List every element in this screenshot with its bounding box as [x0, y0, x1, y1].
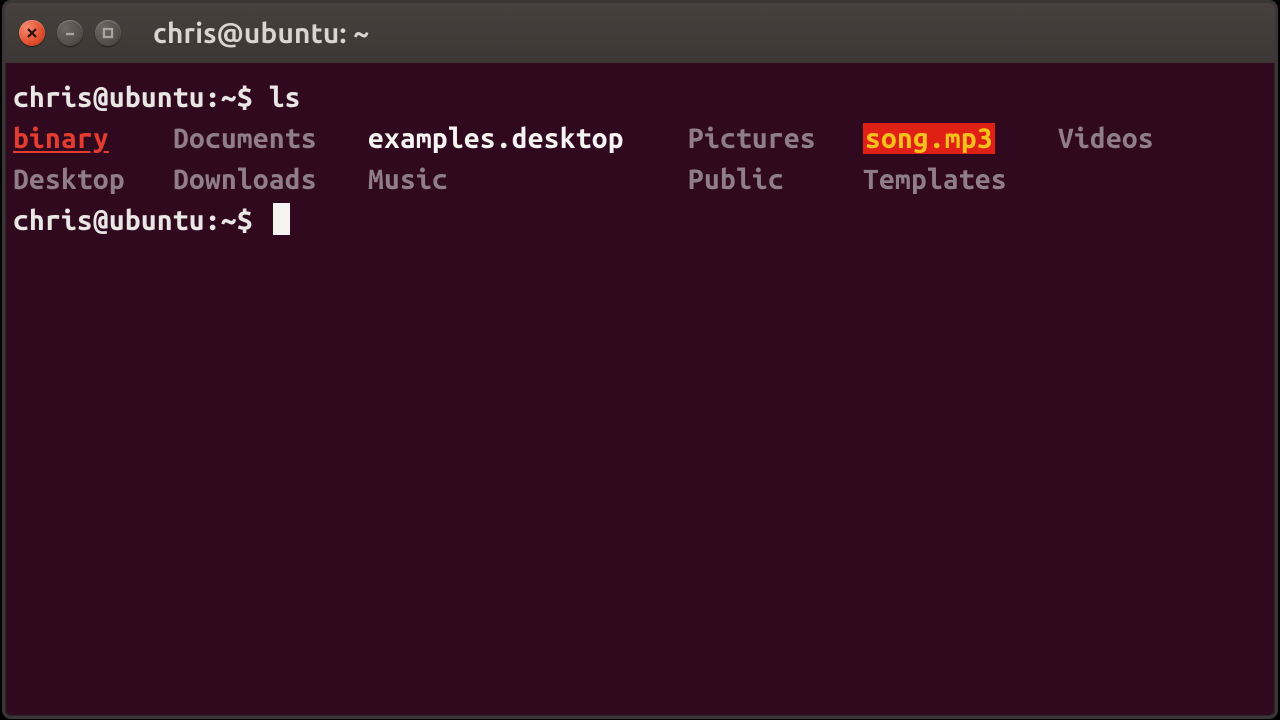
file-binary: binary	[13, 118, 173, 159]
maximize-icon[interactable]	[95, 20, 121, 46]
prompt-line-2: chris@ubuntu:~$	[13, 200, 1267, 241]
cursor	[273, 203, 290, 235]
ls-output: binary Documents examples.desktop Pictur…	[13, 118, 1267, 200]
prompt-colon: :	[205, 82, 221, 113]
dir-documents: Documents	[173, 118, 368, 159]
dir-public: Public	[688, 159, 863, 200]
prompt-path: ~	[221, 205, 237, 236]
file-song-mp3: song.mp3	[863, 123, 995, 154]
dir-videos: Videos	[1058, 118, 1267, 159]
close-icon[interactable]	[19, 20, 45, 46]
prompt-user-host: chris@ubuntu	[13, 205, 205, 236]
minimize-icon[interactable]	[57, 20, 83, 46]
prompt-dollar: $	[237, 82, 253, 113]
file-examples-desktop: examples.desktop	[368, 118, 688, 159]
dir-templates: Templates	[863, 159, 1058, 200]
prompt-line-1: chris@ubuntu:~$ ls	[13, 77, 1267, 118]
dir-downloads: Downloads	[173, 159, 368, 200]
terminal-body[interactable]: chris@ubuntu:~$ ls binary Documents exam…	[5, 63, 1275, 241]
titlebar[interactable]: chris@ubuntu: ~	[5, 3, 1275, 63]
prompt-colon: :	[205, 205, 221, 236]
command-ls: ls	[269, 82, 301, 113]
prompt-user-host: chris@ubuntu	[13, 82, 205, 113]
window-title: chris@ubuntu: ~	[153, 18, 369, 49]
terminal-window: chris@ubuntu: ~ chris@ubuntu:~$ ls binar…	[2, 0, 1278, 719]
dir-music: Music	[368, 159, 688, 200]
ls-empty-cell	[1058, 159, 1267, 200]
prompt-dollar: $	[237, 205, 253, 236]
dir-desktop: Desktop	[13, 159, 173, 200]
prompt-path: ~	[221, 82, 237, 113]
dir-pictures: Pictures	[688, 118, 863, 159]
